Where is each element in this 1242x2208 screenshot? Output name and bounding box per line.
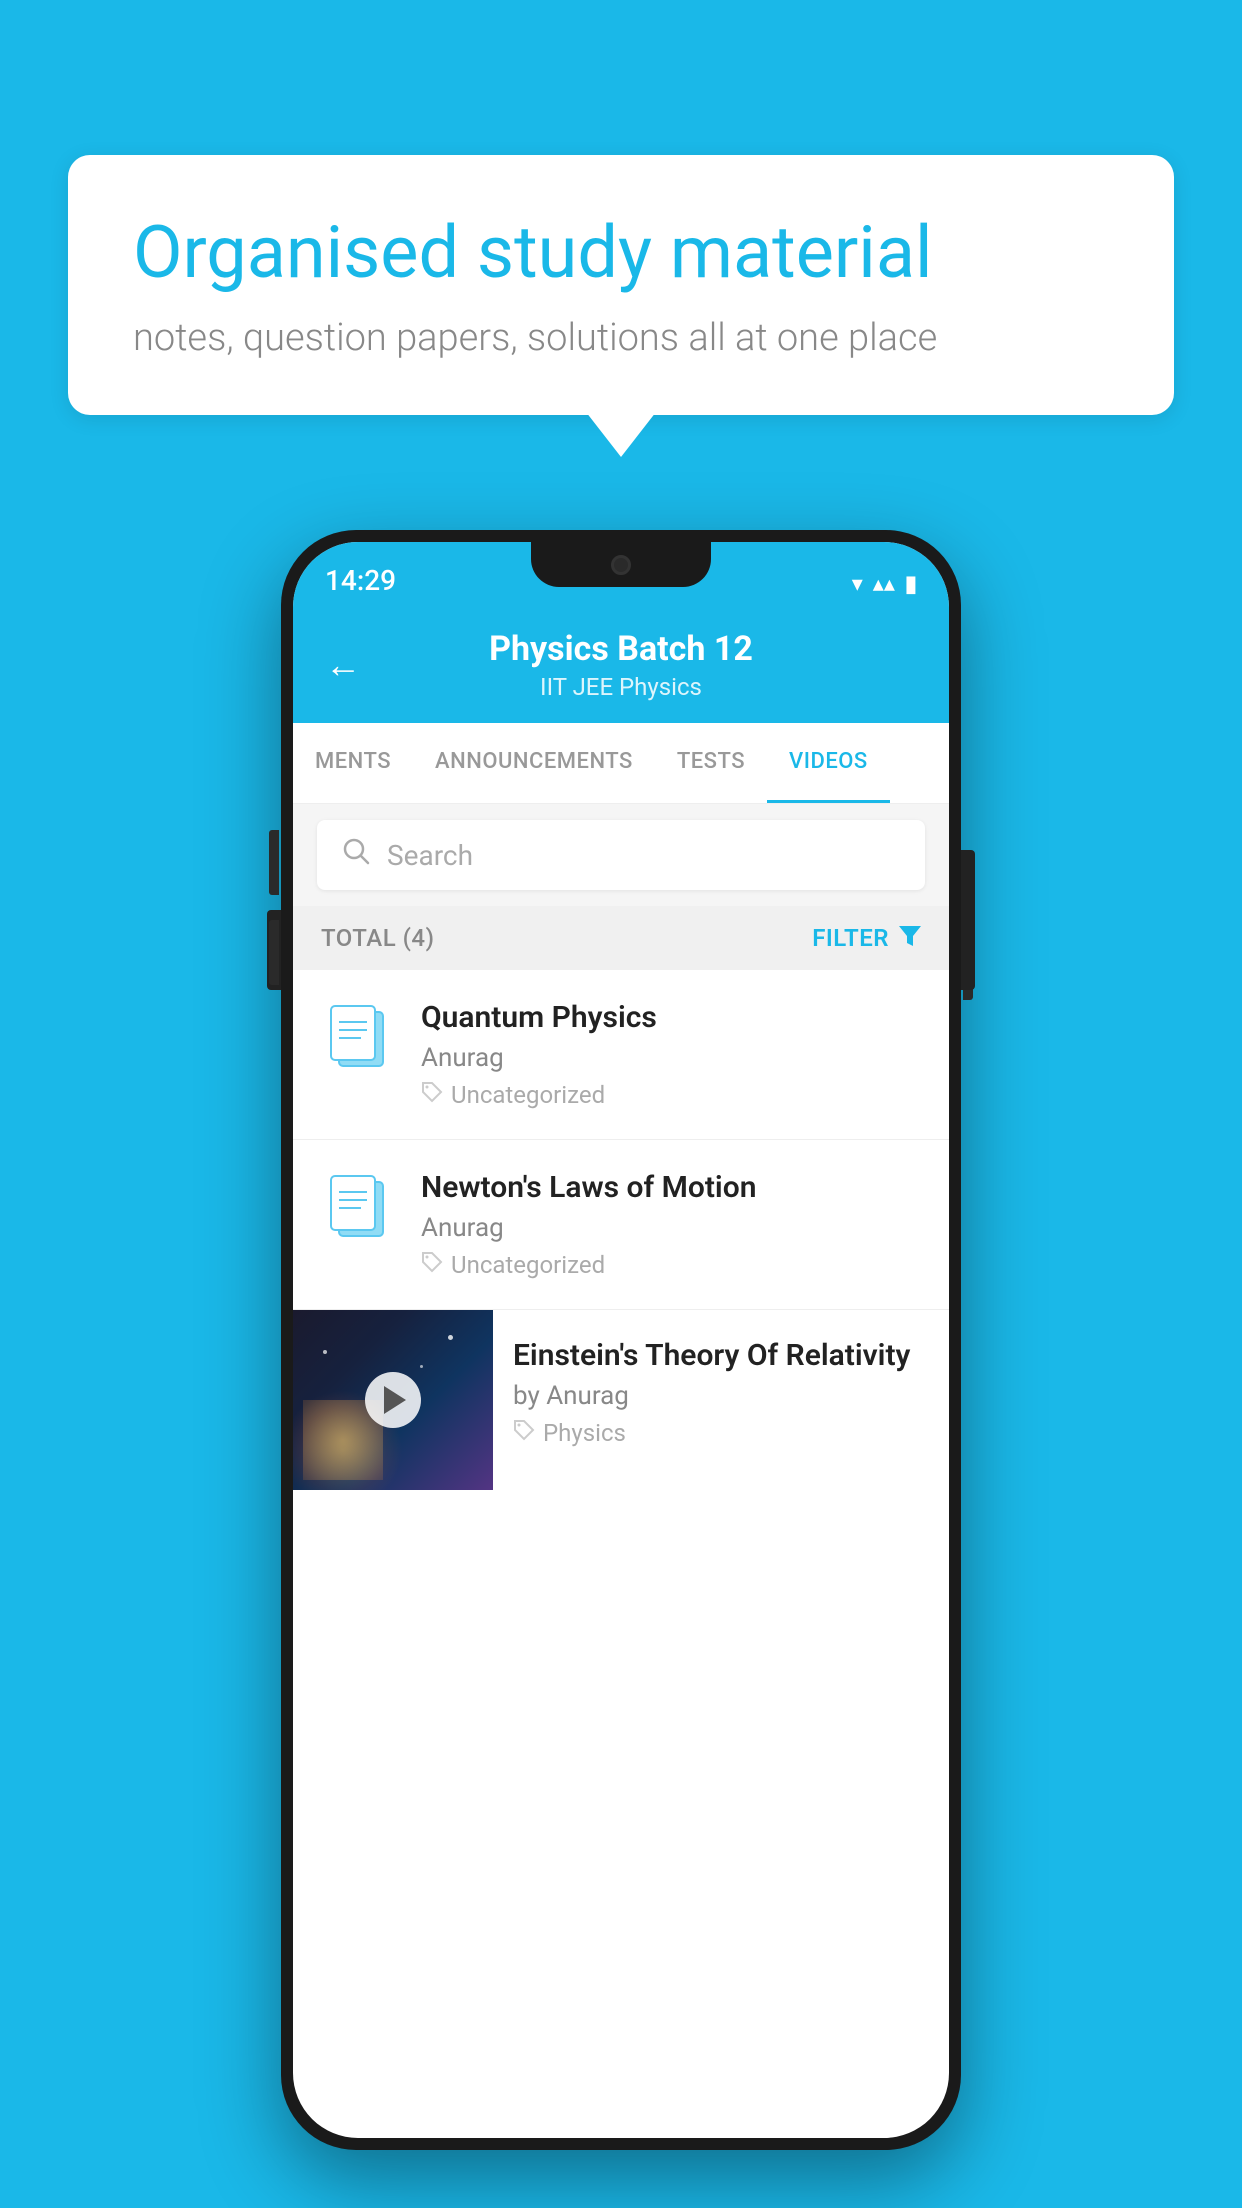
status-icons: ▾ ▴▴ ▮ xyxy=(852,572,917,597)
item-author: Anurag xyxy=(421,1213,925,1243)
play-triangle-icon xyxy=(384,1386,406,1414)
filter-icon xyxy=(899,924,921,952)
back-button[interactable]: ← xyxy=(325,644,361,686)
tag-label: Uncategorized xyxy=(451,1081,605,1109)
search-bar[interactable]: Search xyxy=(317,820,925,890)
signal-icon: ▴▴ xyxy=(873,572,895,597)
folder-icon xyxy=(325,1170,389,1238)
header-title-area: Physics Batch 12 IIT JEE Physics xyxy=(385,629,857,701)
star xyxy=(420,1365,423,1368)
list-item[interactable]: Quantum Physics Anurag Uncategorized xyxy=(293,970,949,1140)
item-author: by Anurag xyxy=(513,1381,925,1411)
filter-button[interactable]: FILTER xyxy=(812,924,921,952)
item-info: Einstein's Theory Of Relativity by Anura… xyxy=(493,1310,949,1475)
tabs-container: MENTS ANNOUNCEMENTS TESTS VIDEOS xyxy=(293,723,949,804)
wifi-icon: ▾ xyxy=(852,572,863,597)
item-title: Newton's Laws of Motion xyxy=(421,1170,925,1205)
battery-icon: ▮ xyxy=(905,572,917,597)
list-item[interactable]: Einstein's Theory Of Relativity by Anura… xyxy=(293,1310,949,1490)
video-thumbnail xyxy=(293,1310,493,1490)
phone-notch xyxy=(531,542,711,587)
front-camera xyxy=(611,555,631,575)
speech-bubble-title: Organised study material xyxy=(133,210,1109,296)
item-tag: Physics xyxy=(513,1419,925,1447)
item-title: Einstein's Theory Of Relativity xyxy=(513,1338,925,1373)
phone-outer: 14:29 ▾ ▴▴ ▮ ← Physics Batch 12 IIT JEE … xyxy=(281,530,961,2150)
speech-bubble-subtitle: notes, question papers, solutions all at… xyxy=(133,316,1109,360)
item-author: Anurag xyxy=(421,1043,925,1073)
power-button xyxy=(963,870,973,1000)
tab-ments[interactable]: MENTS xyxy=(293,723,413,803)
tag-icon xyxy=(421,1251,443,1279)
app-header: ← Physics Batch 12 IIT JEE Physics xyxy=(293,607,949,723)
search-input[interactable]: Search xyxy=(387,839,473,872)
folder-icon xyxy=(325,1000,389,1068)
search-container: Search xyxy=(293,804,949,906)
status-time: 14:29 xyxy=(325,564,396,597)
item-icon-container xyxy=(317,1170,397,1238)
tag-icon xyxy=(513,1419,535,1447)
vol-down-button xyxy=(269,920,279,985)
tag-icon xyxy=(421,1081,443,1109)
filter-label: FILTER xyxy=(812,924,889,952)
tab-tests[interactable]: TESTS xyxy=(655,723,767,803)
video-list: Quantum Physics Anurag Uncategorized xyxy=(293,970,949,1490)
vol-up-button xyxy=(269,830,279,895)
phone-screen: 14:29 ▾ ▴▴ ▮ ← Physics Batch 12 IIT JEE … xyxy=(293,542,949,2138)
play-button[interactable] xyxy=(365,1372,421,1428)
header-subtitle: IIT JEE Physics xyxy=(385,673,857,701)
speech-bubble-container: Organised study material notes, question… xyxy=(68,155,1174,415)
filter-bar: TOTAL (4) FILTER xyxy=(293,906,949,970)
item-info: Quantum Physics Anurag Uncategorized xyxy=(421,1000,925,1109)
total-count: TOTAL (4) xyxy=(321,924,434,952)
star xyxy=(448,1335,453,1340)
item-title: Quantum Physics xyxy=(421,1000,925,1035)
tab-videos[interactable]: VIDEOS xyxy=(767,723,890,803)
phone-mockup: 14:29 ▾ ▴▴ ▮ ← Physics Batch 12 IIT JEE … xyxy=(281,530,961,2150)
speech-bubble: Organised study material notes, question… xyxy=(68,155,1174,415)
tag-label: Physics xyxy=(543,1419,626,1447)
tag-label: Uncategorized xyxy=(451,1251,605,1279)
tab-announcements[interactable]: ANNOUNCEMENTS xyxy=(413,723,655,803)
star xyxy=(323,1350,327,1354)
search-icon xyxy=(341,836,371,874)
item-tag: Uncategorized xyxy=(421,1251,925,1279)
item-icon-container xyxy=(317,1000,397,1068)
item-tag: Uncategorized xyxy=(421,1081,925,1109)
list-item[interactable]: Newton's Laws of Motion Anurag Uncategor… xyxy=(293,1140,949,1310)
item-info: Newton's Laws of Motion Anurag Uncategor… xyxy=(421,1170,925,1279)
header-title: Physics Batch 12 xyxy=(385,629,857,669)
